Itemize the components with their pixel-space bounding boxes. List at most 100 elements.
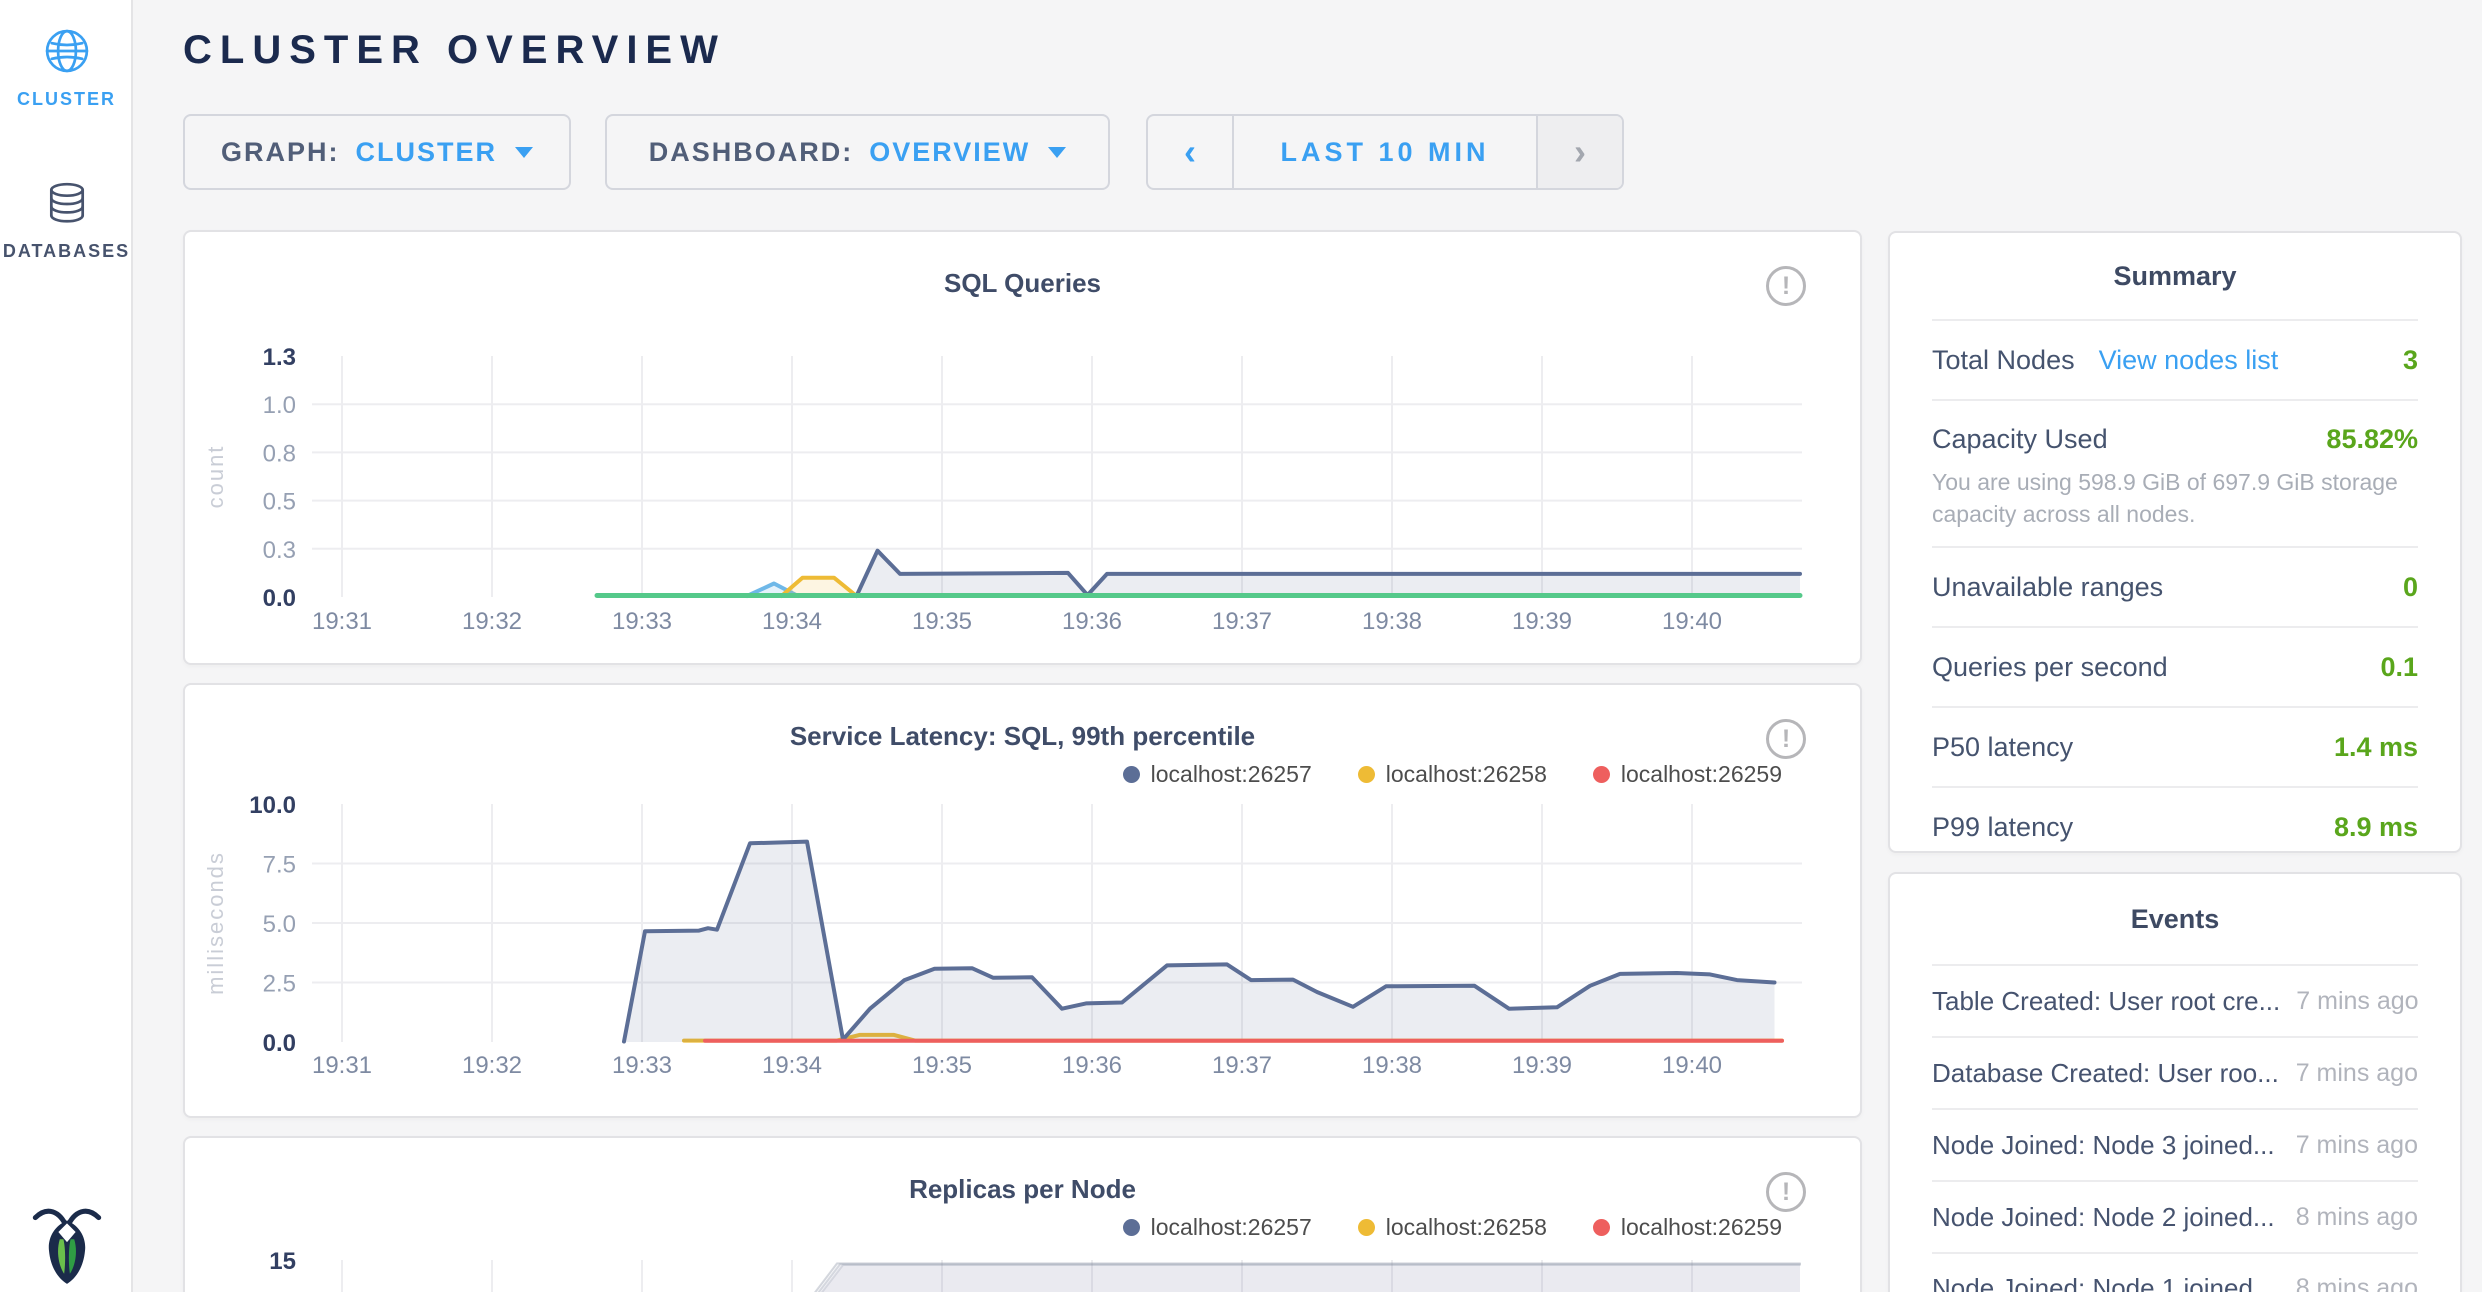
event-time: 7 mins ago bbox=[2296, 987, 2418, 1016]
graph-dropdown[interactable]: GRAPH: CLUSTER bbox=[183, 114, 571, 190]
dashboard-dropdown-value: OVERVIEW bbox=[869, 137, 1030, 168]
event-text: Node Joined: Node 3 joined... bbox=[1932, 1130, 2275, 1161]
summary-panel: Summary Total Nodes View nodes list 3 Ca… bbox=[1888, 231, 2462, 853]
sidebar: CLUSTER DATABASES bbox=[0, 0, 133, 1292]
summary-label: P99 latency bbox=[1932, 812, 2073, 843]
summary-row-unavailable-ranges: Unavailable ranges 0 bbox=[1932, 546, 2418, 626]
events-panel: Events Table Created: User root cre... 7… bbox=[1888, 872, 2462, 1292]
dashboard-dropdown-label: DASHBOARD: bbox=[649, 137, 854, 168]
chevron-right-icon: › bbox=[1574, 131, 1586, 173]
summary-label: Queries per second bbox=[1932, 652, 2168, 683]
summary-label: P50 latency bbox=[1932, 732, 2073, 763]
svg-text:count: count bbox=[203, 445, 228, 509]
sidebar-item-databases[interactable]: DATABASES bbox=[0, 152, 133, 262]
event-time: 7 mins ago bbox=[2296, 1131, 2418, 1160]
summary-label: Capacity Used bbox=[1932, 424, 2108, 455]
event-time: 8 mins ago bbox=[2296, 1203, 2418, 1232]
summary-value: 0 bbox=[2403, 572, 2418, 603]
svg-text:19:37: 19:37 bbox=[1212, 608, 1272, 635]
globe-icon bbox=[44, 28, 90, 74]
summary-value: 8.9 ms bbox=[2334, 812, 2418, 843]
event-text: Node Joined: Node 1 joined... bbox=[1932, 1273, 2275, 1292]
svg-text:0.0: 0.0 bbox=[263, 1030, 296, 1057]
svg-text:19:33: 19:33 bbox=[612, 1052, 672, 1079]
event-text: Database Created: User roo... bbox=[1932, 1058, 2279, 1089]
database-stack-icon bbox=[44, 180, 90, 226]
event-text: Table Created: User root cre... bbox=[1932, 986, 2280, 1017]
svg-text:7.5: 7.5 bbox=[263, 852, 296, 879]
event-time: 7 mins ago bbox=[2296, 1059, 2418, 1088]
summary-value: 3 bbox=[2403, 345, 2418, 376]
service-latency-chart[interactable]: 0.02.55.07.510.019:3119:3219:3319:3419:3… bbox=[185, 685, 1864, 1120]
svg-text:19:38: 19:38 bbox=[1362, 608, 1422, 635]
svg-text:19:35: 19:35 bbox=[912, 608, 972, 635]
time-window-label[interactable]: LAST 10 MIN bbox=[1234, 116, 1536, 188]
svg-text:15: 15 bbox=[269, 1248, 296, 1275]
replicas-per-node-chart[interactable]: 151019:3119:3219:3319:3419:3519:3619:371… bbox=[185, 1138, 1864, 1292]
svg-text:19:38: 19:38 bbox=[1362, 1052, 1422, 1079]
chevron-left-icon: ‹ bbox=[1184, 131, 1196, 173]
svg-text:5.0: 5.0 bbox=[263, 911, 296, 938]
graph-dropdown-label: GRAPH: bbox=[221, 137, 340, 168]
svg-text:19:39: 19:39 bbox=[1512, 1052, 1572, 1079]
svg-text:19:32: 19:32 bbox=[462, 608, 522, 635]
replicas-per-node-card: Replicas per Node ! localhost:26257local… bbox=[183, 1136, 1862, 1292]
svg-text:1.0: 1.0 bbox=[263, 392, 296, 419]
event-text: Node Joined: Node 2 joined... bbox=[1932, 1202, 2275, 1233]
svg-text:19:36: 19:36 bbox=[1062, 608, 1122, 635]
svg-text:0.0: 0.0 bbox=[263, 585, 296, 612]
svg-text:0.3: 0.3 bbox=[263, 537, 296, 564]
summary-title: Summary bbox=[1932, 233, 2418, 319]
sql-queries-chart[interactable]: 0.00.30.50.81.01.319:3119:3219:3319:3419… bbox=[185, 232, 1864, 667]
sql-queries-card: SQL Queries ! 0.00.30.50.81.01.319:3119:… bbox=[183, 230, 1862, 665]
events-title: Events bbox=[1932, 874, 2418, 964]
event-time: 8 mins ago bbox=[2296, 1274, 2418, 1292]
summary-value: 0.1 bbox=[2380, 652, 2418, 683]
summary-value: 1.4 ms bbox=[2334, 732, 2418, 763]
sidebar-item-label: CLUSTER bbox=[0, 89, 133, 110]
svg-text:10.0: 10.0 bbox=[249, 792, 296, 819]
summary-value: 85.82% bbox=[2326, 424, 2418, 455]
svg-text:0.8: 0.8 bbox=[263, 440, 296, 467]
event-row[interactable]: Database Created: User roo... 7 mins ago bbox=[1932, 1036, 2418, 1108]
svg-text:19:35: 19:35 bbox=[912, 1052, 972, 1079]
svg-text:19:31: 19:31 bbox=[312, 608, 372, 635]
svg-text:0.5: 0.5 bbox=[263, 489, 296, 516]
svg-text:19:32: 19:32 bbox=[462, 1052, 522, 1079]
cluster-overview-page: CLUSTER DATABASES bbox=[0, 0, 2482, 1292]
service-latency-card: Service Latency: SQL, 99th percentile ! … bbox=[183, 683, 1862, 1118]
graph-dropdown-value: CLUSTER bbox=[356, 137, 498, 168]
summary-label: Unavailable ranges bbox=[1932, 572, 2163, 603]
summary-row-p50-latency: P50 latency 1.4 ms bbox=[1932, 706, 2418, 786]
event-row[interactable]: Node Joined: Node 3 joined... 7 mins ago bbox=[1932, 1108, 2418, 1180]
time-prev-button[interactable]: ‹ bbox=[1148, 116, 1234, 188]
svg-text:19:37: 19:37 bbox=[1212, 1052, 1272, 1079]
caret-down-icon bbox=[1048, 147, 1066, 158]
capacity-subtext: You are using 598.9 GiB of 697.9 GiB sto… bbox=[1932, 467, 2412, 530]
svg-text:19:40: 19:40 bbox=[1662, 608, 1722, 635]
dashboard-dropdown[interactable]: DASHBOARD: OVERVIEW bbox=[605, 114, 1110, 190]
sidebar-item-cluster[interactable]: CLUSTER bbox=[0, 0, 133, 110]
page-title: CLUSTER OVERVIEW bbox=[183, 28, 726, 73]
time-window-picker: ‹ LAST 10 MIN › bbox=[1146, 114, 1624, 190]
view-nodes-list-link[interactable]: View nodes list bbox=[2099, 345, 2279, 376]
event-row[interactable]: Table Created: User root cre... 7 mins a… bbox=[1932, 964, 2418, 1036]
event-row[interactable]: Node Joined: Node 2 joined... 8 mins ago bbox=[1932, 1180, 2418, 1252]
summary-row-p99-latency: P99 latency 8.9 ms bbox=[1932, 786, 2418, 866]
summary-row-queries-per-second: Queries per second 0.1 bbox=[1932, 626, 2418, 706]
summary-row-capacity: Capacity Used 85.82% You are using 598.9… bbox=[1932, 399, 2418, 546]
svg-text:19:33: 19:33 bbox=[612, 608, 672, 635]
event-row[interactable]: Node Joined: Node 1 joined... 8 mins ago bbox=[1932, 1252, 2418, 1292]
summary-row-total-nodes: Total Nodes View nodes list 3 bbox=[1932, 319, 2418, 399]
svg-text:19:36: 19:36 bbox=[1062, 1052, 1122, 1079]
time-next-button[interactable]: › bbox=[1536, 116, 1622, 188]
svg-text:19:34: 19:34 bbox=[762, 1052, 822, 1079]
svg-text:19:31: 19:31 bbox=[312, 1052, 372, 1079]
summary-label: Total Nodes bbox=[1932, 345, 2075, 376]
svg-text:1.3: 1.3 bbox=[263, 344, 296, 371]
svg-text:19:39: 19:39 bbox=[1512, 608, 1572, 635]
cockroach-bug-icon bbox=[31, 1200, 103, 1290]
caret-down-icon bbox=[515, 147, 533, 158]
svg-text:19:40: 19:40 bbox=[1662, 1052, 1722, 1079]
sidebar-item-label: DATABASES bbox=[0, 241, 133, 262]
